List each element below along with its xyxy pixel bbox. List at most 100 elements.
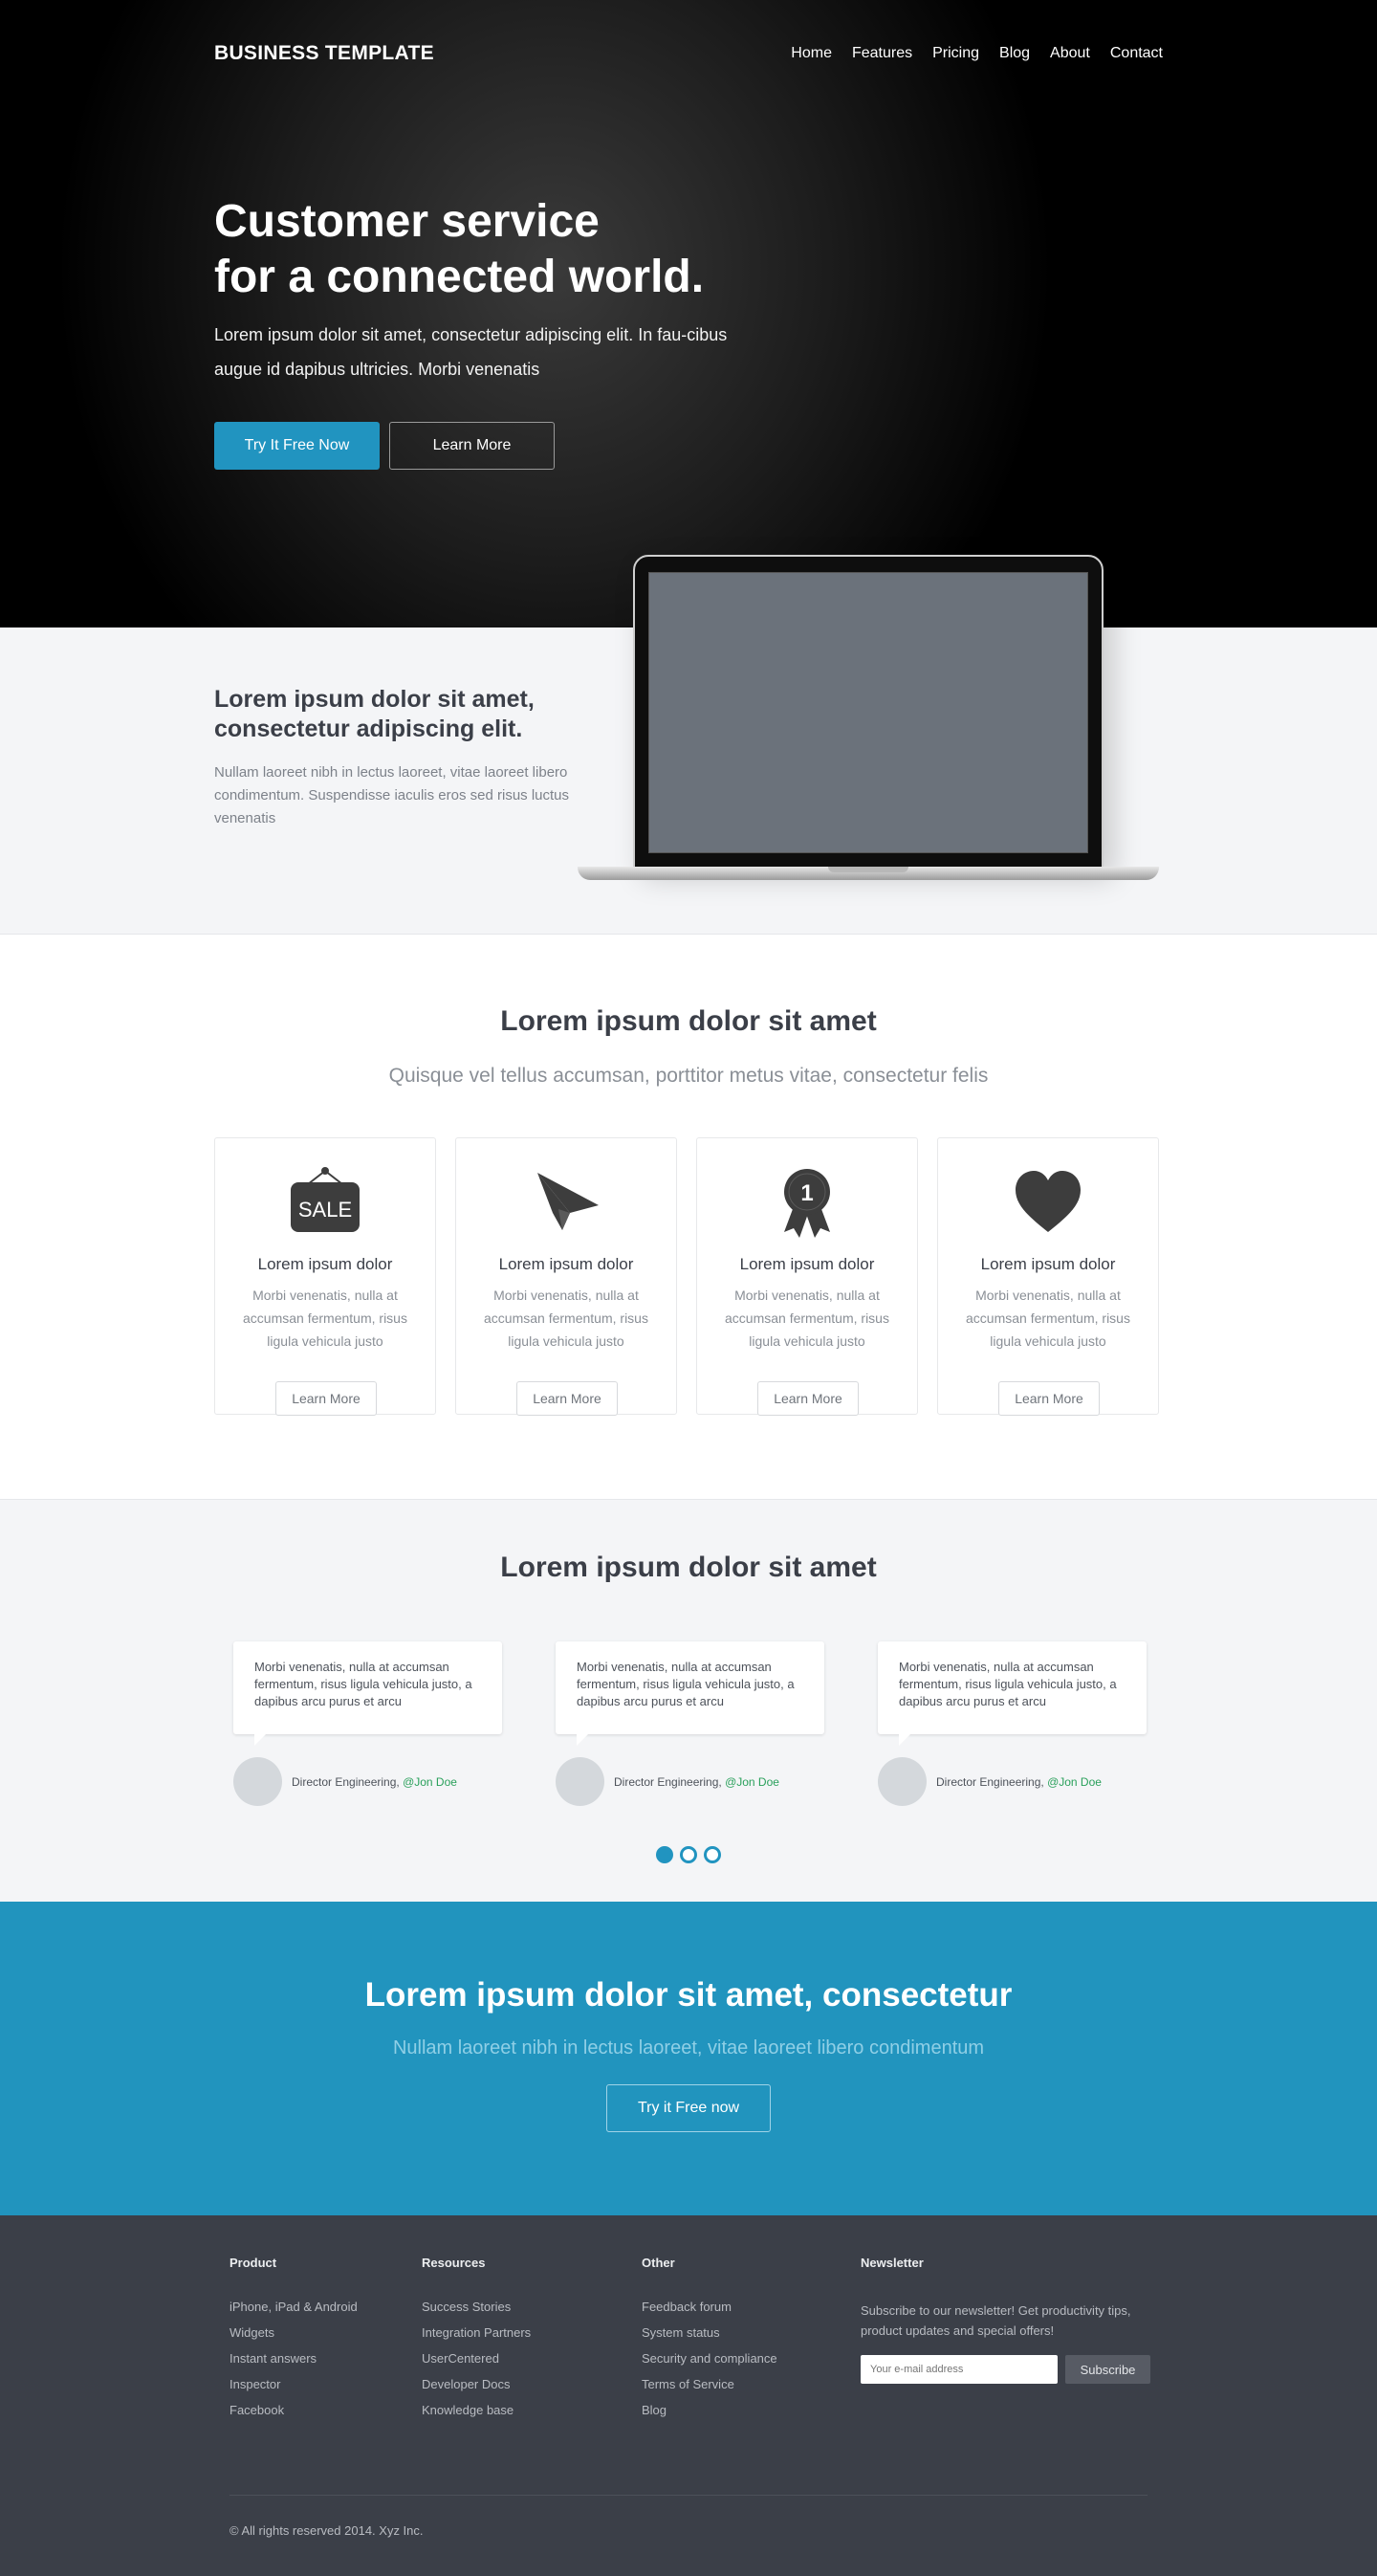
newsletter-form: Subscribe <box>861 2355 1157 2384</box>
nav-home-link[interactable]: Home <box>791 45 832 62</box>
newsletter-text: Subscribe to our newsletter! Get product… <box>861 2303 1131 2338</box>
footer-product-column: Product iPhone, iPad & Android Widgets I… <box>230 2256 358 2430</box>
features-subtitle: Quisque vel tellus accumsan, porttitor m… <box>388 1065 989 1087</box>
try-free-button[interactable]: Try It Free Now <box>214 422 380 470</box>
hero-text: Lorem ipsum dolor sit amet, consectetur … <box>214 325 728 379</box>
footer-link[interactable]: Security and compliance <box>642 2352 777 2365</box>
author-role: Director Engineering, @Jon Doe <box>614 1775 779 1789</box>
footer-heading: Resources <box>422 2256 486 2270</box>
cta-title: Lorem ipsum dolor sit amet, consectetur <box>364 1976 1013 2014</box>
intro-text: Nullam laoreet nibh in lectus laoreet, v… <box>214 764 570 826</box>
author-role: Director Engineering, @Jon Doe <box>292 1775 457 1789</box>
carousel-dots <box>0 1846 1377 1863</box>
footer-link[interactable]: Developer Docs <box>422 2378 531 2390</box>
nav-features-link[interactable]: Features <box>852 45 912 62</box>
author-title: Director Engineering, <box>614 1774 726 1789</box>
footer-link[interactable]: Terms of Service <box>642 2378 777 2390</box>
footer-link[interactable]: Inspector <box>230 2378 358 2390</box>
footer-link[interactable]: System status <box>642 2326 777 2339</box>
testimonial: Morbi venenatis, nulla at accumsan ferme… <box>556 1641 824 1806</box>
carousel-dot-2[interactable] <box>680 1846 697 1863</box>
footer-link[interactable]: Facebook <box>230 2404 358 2416</box>
author-title: Director Engineering, <box>292 1774 404 1789</box>
hero-title: Customer service for a connected world. <box>214 194 704 305</box>
feature-learn-more-button[interactable]: Learn More <box>275 1381 377 1416</box>
footer-other-column: Other Feedback forum System status Secur… <box>642 2256 777 2430</box>
footer-link[interactable]: UserCentered <box>422 2352 531 2365</box>
footer-divider <box>230 2495 1148 2496</box>
feature-card-title: Lorem ipsum dolor <box>980 1255 1116 1273</box>
testimonial-quote: Morbi venenatis, nulla at accumsan ferme… <box>556 1641 824 1746</box>
hero-title-line-2: for a connected world. <box>214 252 705 302</box>
feature-cards: SALE Lorem ipsum dolor Morbi venenatis, … <box>214 1137 1159 1416</box>
brand-logo[interactable]: BUSINESS TEMPLATE <box>214 42 434 65</box>
learn-more-button[interactable]: Learn More <box>389 422 555 470</box>
testimonial-author: Director Engineering, @Jon Doe <box>233 1757 502 1806</box>
laptop-screen <box>648 572 1088 853</box>
nav-pricing-link[interactable]: Pricing <box>932 45 979 62</box>
nav-about-link[interactable]: About <box>1050 45 1090 62</box>
footer-link[interactable]: iPhone, iPad & Android <box>230 2301 358 2313</box>
features-title: Lorem ipsum dolor sit amet <box>500 1005 877 1037</box>
subscribe-button[interactable]: Subscribe <box>1065 2355 1150 2384</box>
heart-icon <box>938 1163 1158 1240</box>
sale-tag-icon: SALE <box>215 1163 435 1240</box>
avatar <box>878 1757 927 1806</box>
testimonials-section: Lorem ipsum dolor sit amet Morbi venenat… <box>0 1499 1377 1902</box>
cta-section: Lorem ipsum dolor sit amet, consectetur … <box>0 1902 1377 2215</box>
feature-learn-more-button[interactable]: Learn More <box>757 1381 859 1416</box>
footer-link[interactable]: Integration Partners <box>422 2326 531 2339</box>
feature-card: 1 Lorem ipsum dolor Morbi venenatis, nul… <box>696 1137 918 1416</box>
footer-link[interactable]: Knowledge base <box>422 2404 531 2416</box>
award-ribbon-icon: 1 <box>697 1163 917 1240</box>
sale-tag-text: SALE <box>298 1198 352 1222</box>
nav-contact-link[interactable]: Contact <box>1110 45 1163 62</box>
feature-card-title: Lorem ipsum dolor <box>257 1255 393 1273</box>
author-handle-link[interactable]: @Jon Doe <box>1047 1775 1102 1789</box>
feature-learn-more-button[interactable]: Learn More <box>998 1381 1100 1416</box>
nav-menu: Home Features Pricing Blog About Contact <box>791 45 1163 62</box>
footer-newsletter-column: Newsletter Subscribe to our newsletter! … <box>861 2256 1157 2384</box>
top-nav: BUSINESS TEMPLATE Home Features Pricing … <box>214 42 1163 65</box>
avatar <box>556 1757 604 1806</box>
feature-card-title: Lorem ipsum dolor <box>498 1255 634 1273</box>
feature-card-text: Morbi venenatis, nulla at accumsan ferme… <box>243 1288 407 1349</box>
author-title: Director Engineering, <box>936 1774 1048 1789</box>
footer-link[interactable]: Instant answers <box>230 2352 358 2365</box>
feature-card-text: Morbi venenatis, nulla at accumsan ferme… <box>725 1288 889 1349</box>
intro-title: Lorem ipsum dolor sit amet, consectetur … <box>214 686 535 742</box>
footer-resources-column: Resources Success Stories Integration Pa… <box>422 2256 531 2430</box>
feature-card: Lorem ipsum dolor Morbi venenatis, nulla… <box>455 1137 677 1416</box>
newsletter-email-input[interactable] <box>861 2355 1058 2384</box>
footer-link[interactable]: Blog <box>642 2404 777 2416</box>
footer-heading: Other <box>642 2256 675 2270</box>
testimonial-list: Morbi venenatis, nulla at accumsan ferme… <box>233 1641 1147 1806</box>
footer-link[interactable]: Widgets <box>230 2326 358 2339</box>
footer-link[interactable]: Feedback forum <box>642 2301 777 2313</box>
features-section: Lorem ipsum dolor sit amet Quisque vel t… <box>0 935 1377 1499</box>
award-ribbon-number: 1 <box>800 1180 813 1206</box>
feature-card: Lorem ipsum dolor Morbi venenatis, nulla… <box>937 1137 1159 1416</box>
testimonial-quote: Morbi venenatis, nulla at accumsan ferme… <box>233 1641 502 1746</box>
nav-blog-link[interactable]: Blog <box>999 45 1030 62</box>
testimonial-author: Director Engineering, @Jon Doe <box>556 1757 824 1806</box>
carousel-dot-3[interactable] <box>704 1846 721 1863</box>
carousel-dot-1[interactable] <box>656 1846 673 1863</box>
footer-heading: Newsletter <box>861 2256 924 2270</box>
cta-try-free-button[interactable]: Try it Free now <box>606 2084 771 2132</box>
testimonial-quote: Morbi venenatis, nulla at accumsan ferme… <box>878 1641 1147 1746</box>
copyright-text: © All rights reserved 2014. Xyz Inc. <box>230 2523 424 2538</box>
feature-learn-more-button[interactable]: Learn More <box>516 1381 618 1416</box>
footer-link[interactable]: Success Stories <box>422 2301 531 2313</box>
laptop-image <box>578 555 1159 890</box>
author-handle-link[interactable]: @Jon Doe <box>725 1775 779 1789</box>
testimonial: Morbi venenatis, nulla at accumsan ferme… <box>233 1641 502 1806</box>
footer: Product iPhone, iPad & Android Widgets I… <box>0 2215 1377 2576</box>
hero-buttons: Try It Free Now Learn More <box>214 422 555 470</box>
feature-card: SALE Lorem ipsum dolor Morbi venenatis, … <box>214 1137 436 1416</box>
feature-card-text: Morbi venenatis, nulla at accumsan ferme… <box>484 1288 648 1349</box>
feature-card-text: Morbi venenatis, nulla at accumsan ferme… <box>966 1288 1130 1349</box>
testimonials-title: Lorem ipsum dolor sit amet <box>500 1552 877 1583</box>
avatar <box>233 1757 282 1806</box>
author-handle-link[interactable]: @Jon Doe <box>403 1775 457 1789</box>
